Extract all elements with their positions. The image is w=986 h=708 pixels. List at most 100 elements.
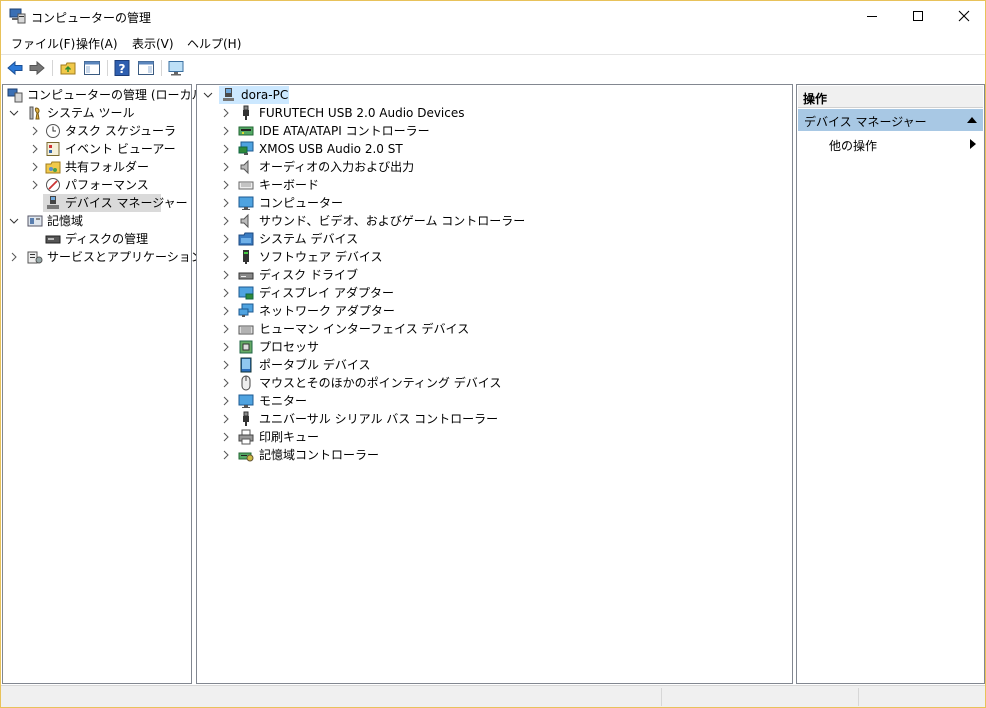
chevron-right-icon[interactable] [221,288,231,298]
nav-item[interactable]: サービスとアプリケーション [3,248,203,266]
actions-section-device-manager[interactable]: デバイス マネージャー [798,109,983,131]
nav-item[interactable]: ディスクの管理 [3,230,189,248]
chevron-right-icon[interactable] [30,144,40,154]
chevron-right-icon[interactable] [221,198,231,208]
back-arrow-icon[interactable] [6,59,24,77]
display-adapter-icon [238,286,254,300]
device-category[interactable]: サウンド、ビデオ、およびゲーム コントローラー [197,212,787,230]
device-category[interactable]: ユニバーサル シリアル バス コントローラー [197,410,787,428]
other-actions-item[interactable]: 他の操作 [829,137,877,154]
device-category-label: コンピューター [259,196,344,210]
device-tree[interactable]: dora-PC FURUTECH USB 2.0 Audio Devices ID… [196,84,793,684]
chevron-right-icon[interactable] [221,234,231,244]
nav-item-label: タスク スケジューラ [65,124,176,138]
up-folder-icon[interactable] [59,59,77,77]
menu-help[interactable]: ヘルプ(H) [187,35,241,52]
menu-action[interactable]: 操作(A) [76,35,118,52]
chevron-down-icon[interactable] [203,90,213,100]
device-manager-icon [47,196,59,209]
device-category-label: ヒューマン インターフェイス デバイス [259,322,470,336]
nav-item[interactable]: コンピューターの管理 (ローカル) [3,86,208,104]
chevron-right-icon[interactable] [221,324,231,334]
show-hide-action-pane-icon[interactable] [137,59,155,77]
chevron-right-icon[interactable] [221,108,231,118]
device-category-label: IDE ATA/ATAPI コントローラー [259,124,430,138]
navigation-tree[interactable]: コンピューターの管理 (ローカル) システム ツールタスク スケジューラ イベント … [2,84,208,684]
submenu-arrow-icon[interactable] [970,139,976,149]
actions-section-label: デバイス マネージャー [804,115,927,129]
chevron-right-icon[interactable] [30,126,40,136]
chevron-right-icon[interactable] [221,414,231,424]
chevron-right-icon[interactable] [221,432,231,442]
forward-arrow-icon[interactable] [28,59,46,77]
chevron-right-icon[interactable] [30,180,40,190]
nav-item[interactable]: 共有フォルダー [3,158,189,176]
menu-view[interactable]: 表示(V) [132,35,174,52]
chevron-down-icon[interactable] [9,216,19,226]
chevron-right-icon[interactable] [221,126,231,136]
nav-item-label: イベント ビューアー [65,142,176,156]
monitor-icon [238,394,254,408]
scan-hardware-icon[interactable] [167,59,185,77]
collapse-up-icon[interactable] [967,117,977,123]
device-category-label: ディスク ドライブ [259,268,358,282]
device-category[interactable]: 記憶域コントローラー [197,446,787,464]
speaker-icon [240,213,249,229]
chevron-right-icon[interactable] [221,360,231,370]
chevron-right-icon[interactable] [221,252,231,262]
device-category[interactable]: システム デバイス [197,230,787,248]
portable-device-icon [240,357,252,373]
computer-management-icon [9,8,26,24]
device-category[interactable]: プロセッサ [197,338,787,356]
chevron-right-icon[interactable] [221,306,231,316]
chevron-right-icon[interactable] [30,162,40,172]
nav-item[interactable]: デバイス マネージャー [3,194,189,212]
device-category[interactable]: ディスク ドライブ [197,266,787,284]
nav-item[interactable]: イベント ビューアー [3,140,189,158]
device-tree-root[interactable]: dora-PC [199,86,399,104]
device-category[interactable]: IDE ATA/ATAPI コントローラー [197,122,787,140]
device-category[interactable]: FURUTECH USB 2.0 Audio Devices [197,104,787,122]
event-viewer-icon [46,142,60,156]
show-hide-tree-icon[interactable] [83,59,101,77]
device-category[interactable]: マウスとそのほかのポインティング デバイス [197,374,787,392]
nav-item-label: 共有フォルダー [65,160,150,174]
minimize-button[interactable] [849,1,895,32]
chevron-right-icon[interactable] [221,378,231,388]
device-category[interactable]: ヒューマン インターフェイス デバイス [197,320,787,338]
device-category[interactable]: XMOS USB Audio 2.0 ST [197,140,787,158]
chevron-right-icon[interactable] [221,342,231,352]
chevron-right-icon[interactable] [221,216,231,226]
chevron-right-icon[interactable] [9,252,19,262]
nav-item[interactable]: システム ツール [3,104,189,122]
chevron-right-icon[interactable] [221,162,231,172]
status-bar [1,685,985,707]
maximize-button[interactable] [895,1,941,32]
chevron-right-icon[interactable] [221,450,231,460]
device-category[interactable]: ソフトウェア デバイス [197,248,787,266]
device-category[interactable]: ネットワーク アダプター [197,302,787,320]
nav-item[interactable]: パフォーマンス [3,176,189,194]
device-category-label: ディスプレイ アダプター [259,286,394,300]
menu-file[interactable]: ファイル(F) [11,35,75,52]
device-category[interactable]: コンピューター [197,194,787,212]
device-category[interactable]: ポータブル デバイス [197,356,787,374]
help-icon[interactable]: ? [113,59,131,77]
device-category[interactable]: 印刷キュー [197,428,787,446]
nav-item[interactable]: タスク スケジューラ [3,122,189,140]
actions-header: 操作 [798,86,983,108]
device-category[interactable]: オーディオの入力および出力 [197,158,787,176]
device-category[interactable]: キーボード [197,176,787,194]
monitor-network-icon [238,141,254,155]
device-category[interactable]: モニター [197,392,787,410]
chevron-right-icon[interactable] [221,396,231,406]
chevron-right-icon[interactable] [221,270,231,280]
chevron-right-icon[interactable] [221,144,231,154]
storage-controller-icon [238,452,254,462]
device-category[interactable]: ディスプレイ アダプター [197,284,787,302]
close-button[interactable] [941,1,986,32]
device-category-label: オーディオの入力および出力 [259,160,415,174]
chevron-down-icon[interactable] [9,108,19,118]
nav-item[interactable]: 記憶域 [3,212,189,230]
chevron-right-icon[interactable] [221,180,231,190]
